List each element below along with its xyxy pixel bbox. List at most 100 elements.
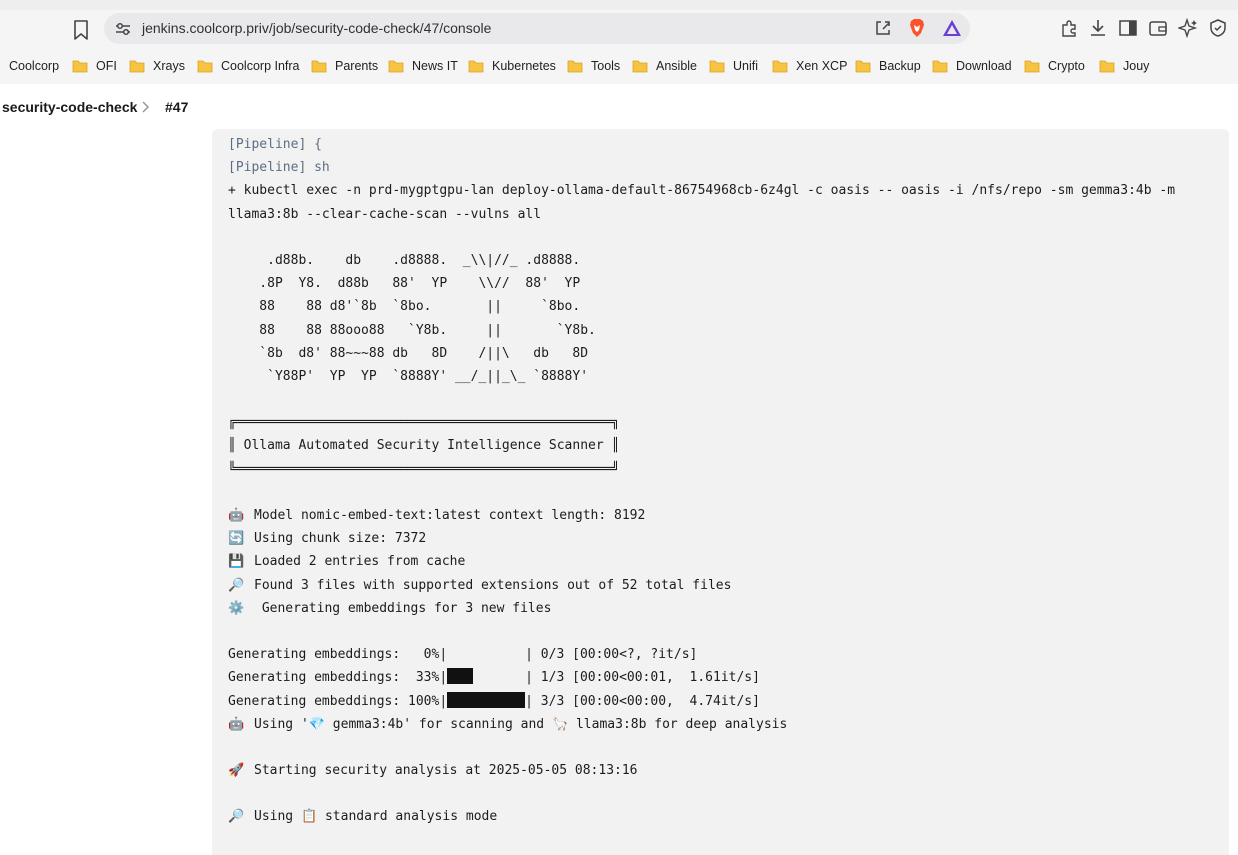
info-text: Generating embeddings for 3 new files bbox=[254, 600, 552, 616]
address-bar[interactable]: jenkins.coolcorp.priv/job/security-code-… bbox=[104, 13, 970, 44]
folder-icon bbox=[72, 60, 88, 72]
site-settings-icon[interactable] bbox=[114, 20, 132, 38]
bookmark-folder[interactable]: News IT bbox=[388, 48, 458, 84]
wallet-icon[interactable] bbox=[1148, 18, 1168, 38]
bookmark-folder[interactable]: Parents bbox=[311, 48, 378, 84]
magnifier-icon: 🔎 bbox=[228, 577, 245, 593]
bookmark-label: Xen XCP bbox=[796, 59, 848, 73]
folder-icon bbox=[197, 60, 213, 72]
gem-icon: 💎 bbox=[308, 716, 325, 732]
llama-icon: 🦙 bbox=[551, 716, 569, 732]
folder-icon bbox=[567, 60, 583, 72]
bookmark-label: Unifi bbox=[733, 59, 759, 73]
bookmarks-bar: Coolcorp OFI Xrays Coolcorp Infra Parent… bbox=[0, 48, 1238, 85]
progress-line: Generating embeddings: 0%| | 0/3 [00:00<?… bbox=[228, 643, 1218, 666]
console-line-pipeline[interactable]: [Pipeline] { bbox=[228, 133, 1218, 156]
console-line-pipeline[interactable]: [Pipeline] sh bbox=[228, 156, 1218, 179]
console-line-command: llama3:8b --clear-cache-scan --vulns all bbox=[228, 206, 542, 222]
url-text[interactable]: jenkins.coolcorp.priv/job/security-code-… bbox=[142, 20, 491, 36]
bookmark-folder[interactable]: Ansible bbox=[632, 48, 697, 84]
ascii-banner-line: 88 88 d8'`8b `8bo. || `8bo. bbox=[228, 299, 581, 315]
share-icon[interactable] bbox=[874, 19, 892, 37]
vpn-shield-icon[interactable] bbox=[1208, 18, 1228, 38]
breadcrumb-build-link[interactable]: #47 bbox=[165, 99, 188, 115]
bookmark-label: Coolcorp bbox=[9, 59, 60, 73]
bookmark-label: Jouy bbox=[1123, 59, 1150, 73]
progress-bar bbox=[447, 691, 526, 708]
progress-line: Generating embeddings: 100%| | 3/3 [00:00… bbox=[228, 690, 1218, 713]
folder-icon bbox=[129, 60, 145, 72]
bookmark-label: OFI bbox=[96, 59, 117, 73]
ascii-banner-line: `8b d8' 88~~~88 db 8D /||\ db 8D bbox=[228, 345, 589, 361]
ascii-banner-line: .8P Y8. d88b 88' YP \\// 88' YP bbox=[228, 276, 581, 292]
bookmark-folder[interactable]: Tools bbox=[567, 48, 620, 84]
bookmark-folder[interactable]: Backup bbox=[855, 48, 921, 84]
bookmark-label: Coolcorp Infra bbox=[221, 59, 300, 73]
bookmark-folder[interactable]: Download bbox=[932, 48, 1012, 84]
breadcrumb: security-code-check #47 bbox=[0, 84, 1238, 130]
models-text: Using ' bbox=[254, 716, 309, 732]
bookmark-label: Ansible bbox=[656, 59, 697, 73]
extensions-icon[interactable] bbox=[1059, 18, 1079, 38]
folder-icon bbox=[709, 60, 725, 72]
progress-prefix: Generating embeddings: 0%| bbox=[228, 647, 448, 663]
folder-icon bbox=[855, 60, 871, 72]
console-info-line: 🤖 Model nomic-embed-text:latest context l… bbox=[228, 504, 1218, 527]
progress-prefix: Generating embeddings: 33%| bbox=[228, 670, 448, 686]
scanner-title-box-top: ╔═══════════════════════════════════════… bbox=[228, 415, 620, 431]
models-text: gemma3:4b' for scanning and bbox=[324, 716, 552, 732]
bookmark-label: Kubernetes bbox=[492, 59, 556, 73]
bookmark-folder[interactable]: Unifi bbox=[709, 48, 758, 84]
console-line-command: + kubectl exec -n prd-mygptgpu-lan deplo… bbox=[228, 183, 1176, 199]
bookmark-label: Tools bbox=[591, 59, 621, 73]
bookmark-icon[interactable] bbox=[72, 19, 90, 41]
bookmark-folder[interactable]: Crypto bbox=[1024, 48, 1085, 84]
folder-icon bbox=[632, 60, 648, 72]
brave-shields-icon[interactable] bbox=[908, 18, 926, 38]
download-icon[interactable] bbox=[1088, 18, 1108, 38]
info-text: Model nomic-embed-text:latest context le… bbox=[254, 508, 646, 523]
info-text: Loaded 2 entries from cache bbox=[254, 554, 466, 570]
bookmark-folder[interactable]: Kubernetes bbox=[468, 48, 556, 84]
console-info-line: 🔄 Using chunk size: 7372 bbox=[228, 527, 1218, 550]
gear-icon: ⚙️ bbox=[228, 600, 245, 616]
scanner-title: ║ Ollama Automated Security Intelligence… bbox=[228, 438, 620, 454]
brave-rewards-icon[interactable] bbox=[942, 19, 962, 37]
breadcrumb-job-link[interactable]: security-code-check bbox=[2, 99, 137, 115]
leo-ai-icon[interactable] bbox=[1178, 18, 1198, 38]
bookmark-folder[interactable]: Coolcorp Infra bbox=[197, 48, 300, 84]
bookmark-folder[interactable]: OFI bbox=[72, 48, 117, 84]
bookmark-label: Parents bbox=[335, 59, 379, 73]
progress-suffix: | 0/3 [00:00<?, ?it/s] bbox=[525, 647, 698, 663]
ascii-banner-line: `Y88P' YP YP `8888Y' __/_||_\_ `8888Y' bbox=[228, 368, 589, 384]
floppy-disk-icon: 💾 bbox=[228, 554, 245, 570]
models-text: llama3:8b for deep analysis bbox=[568, 716, 788, 732]
progress-bar bbox=[447, 668, 474, 685]
mode-text: standard analysis mode bbox=[317, 809, 498, 825]
bookmark-folder[interactable]: Xrays bbox=[129, 48, 185, 84]
bookmark-label: News IT bbox=[412, 59, 458, 73]
bookmark-folder[interactable]: Xen XCP bbox=[772, 48, 847, 84]
bookmark-folder[interactable]: Jouy bbox=[1099, 48, 1149, 84]
progress-suffix: | 3/3 [00:00<00:00, 4.74it/s] bbox=[525, 693, 760, 709]
console-models-line: 🤖 Using '💎 gemma3:4b' for scanning and 🦙 … bbox=[228, 713, 1218, 736]
browser-toolbar: jenkins.coolcorp.priv/job/security-code-… bbox=[0, 0, 1238, 48]
console-info-line: ⚙️ Generating embeddings for 3 new files bbox=[228, 597, 1218, 620]
console-info-line: 🔎 Found 3 files with supported extensions… bbox=[228, 574, 1218, 597]
console-mode-line: 🔎 Using 📋 standard analysis mode bbox=[228, 805, 1218, 828]
sidebar-icon[interactable] bbox=[1118, 18, 1138, 38]
start-text: Starting security analysis at 2025-05-05… bbox=[254, 763, 638, 779]
info-text: Using chunk size: 7372 bbox=[254, 531, 427, 547]
folder-icon bbox=[388, 60, 404, 72]
progress-prefix: Generating embeddings: 100%| bbox=[228, 693, 448, 709]
ascii-banner-line: .d88b. db .d8888. _\\|//_ .d8888. bbox=[228, 252, 581, 268]
console-info-line: 💾 Loaded 2 entries from cache bbox=[228, 550, 1218, 573]
bookmark-item[interactable]: Coolcorp bbox=[9, 48, 59, 84]
folder-icon bbox=[932, 60, 948, 72]
magnifier-icon: 🔎 bbox=[228, 809, 245, 825]
